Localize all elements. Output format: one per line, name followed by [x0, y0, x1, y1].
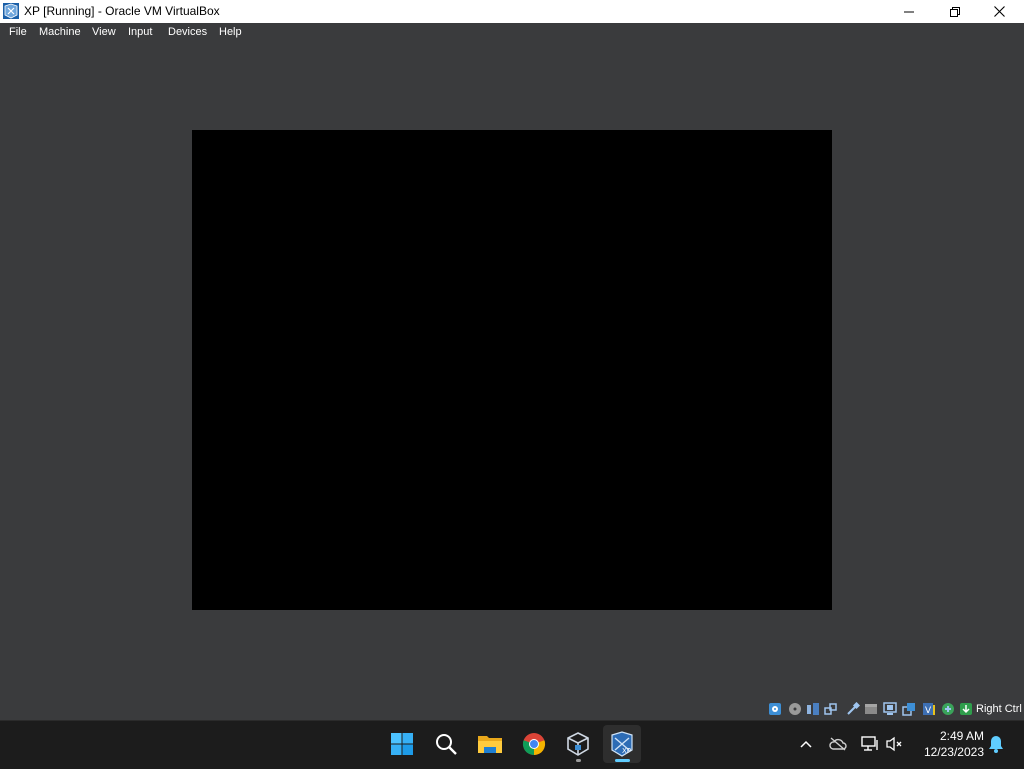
- menu-view[interactable]: View: [92, 26, 116, 38]
- menu-machine[interactable]: Machine: [39, 26, 81, 38]
- file-explorer-button[interactable]: [471, 725, 509, 763]
- notifications-button[interactable]: [985, 733, 1007, 755]
- menu-file[interactable]: File: [9, 26, 27, 38]
- audio-icon[interactable]: [806, 702, 820, 716]
- hard-disk-icon[interactable]: [768, 702, 782, 716]
- network-button[interactable]: [859, 733, 881, 755]
- search-button[interactable]: [427, 725, 465, 763]
- virtualbox-xp-icon: XP: [611, 731, 633, 757]
- display-icon[interactable]: [883, 702, 897, 716]
- virtualbox-manager-button[interactable]: [559, 725, 597, 763]
- volume-muted-icon: [886, 736, 902, 752]
- xp-vm-button[interactable]: XP: [603, 725, 641, 763]
- restore-icon: [950, 6, 960, 17]
- menu-help[interactable]: Help: [219, 26, 242, 38]
- notification-bell-icon: [989, 736, 1003, 753]
- svg-text:V: V: [925, 706, 932, 716]
- title-bar[interactable]: XP [Running] - Oracle VM VirtualBox: [0, 0, 1024, 23]
- maximize-button[interactable]: [932, 0, 978, 23]
- onedrive-button[interactable]: [827, 733, 849, 755]
- chrome-button[interactable]: [515, 725, 553, 763]
- minimize-button[interactable]: [886, 0, 932, 23]
- start-button[interactable]: [383, 725, 421, 763]
- virtualbox-vm-window: XP [Running] - Oracle VM VirtualBox File…: [0, 0, 1024, 720]
- close-button[interactable]: [976, 0, 1022, 23]
- clock[interactable]: 2:49 AM 12/23/2023: [912, 728, 984, 760]
- close-icon: [993, 6, 1005, 17]
- menu-bar: File Machine View Input Devices Help: [0, 23, 1024, 42]
- virtualbox-xp-icon: [3, 3, 19, 19]
- running-indicator: [576, 759, 581, 762]
- minimize-icon: [904, 11, 914, 12]
- network-icon: [861, 736, 878, 751]
- window-title: XP [Running] - Oracle VM VirtualBox: [24, 4, 220, 18]
- host-key-label: Right Ctrl: [976, 703, 1022, 715]
- onedrive-offline-icon: [829, 737, 847, 751]
- svg-text:XP: XP: [622, 747, 631, 755]
- cpu-icon[interactable]: V: [921, 702, 935, 716]
- clock-time: 2:49 AM: [939, 729, 984, 743]
- optical-drive-icon[interactable]: [788, 702, 802, 716]
- show-hidden-icons-button[interactable]: [795, 733, 817, 755]
- virtualbox-icon: [567, 732, 589, 756]
- active-indicator: [615, 759, 630, 762]
- usb-icon[interactable]: [846, 701, 861, 716]
- menu-input[interactable]: Input: [128, 26, 152, 38]
- chrome-icon: [522, 733, 546, 756]
- volume-button[interactable]: [884, 733, 906, 755]
- recording-icon[interactable]: [902, 702, 916, 716]
- clock-date: 12/23/2023: [923, 745, 984, 759]
- keyboard-icon[interactable]: [959, 702, 973, 716]
- folder-icon: [478, 736, 502, 753]
- mouse-integration-icon[interactable]: [941, 702, 955, 716]
- search-icon: [436, 734, 457, 755]
- windows-start-icon: [391, 733, 413, 755]
- network-icon[interactable]: [824, 702, 838, 716]
- menu-devices[interactable]: Devices: [168, 26, 207, 38]
- vm-display[interactable]: [192, 130, 832, 610]
- chevron-up-icon: [800, 740, 812, 748]
- shared-folders-icon[interactable]: [864, 702, 878, 716]
